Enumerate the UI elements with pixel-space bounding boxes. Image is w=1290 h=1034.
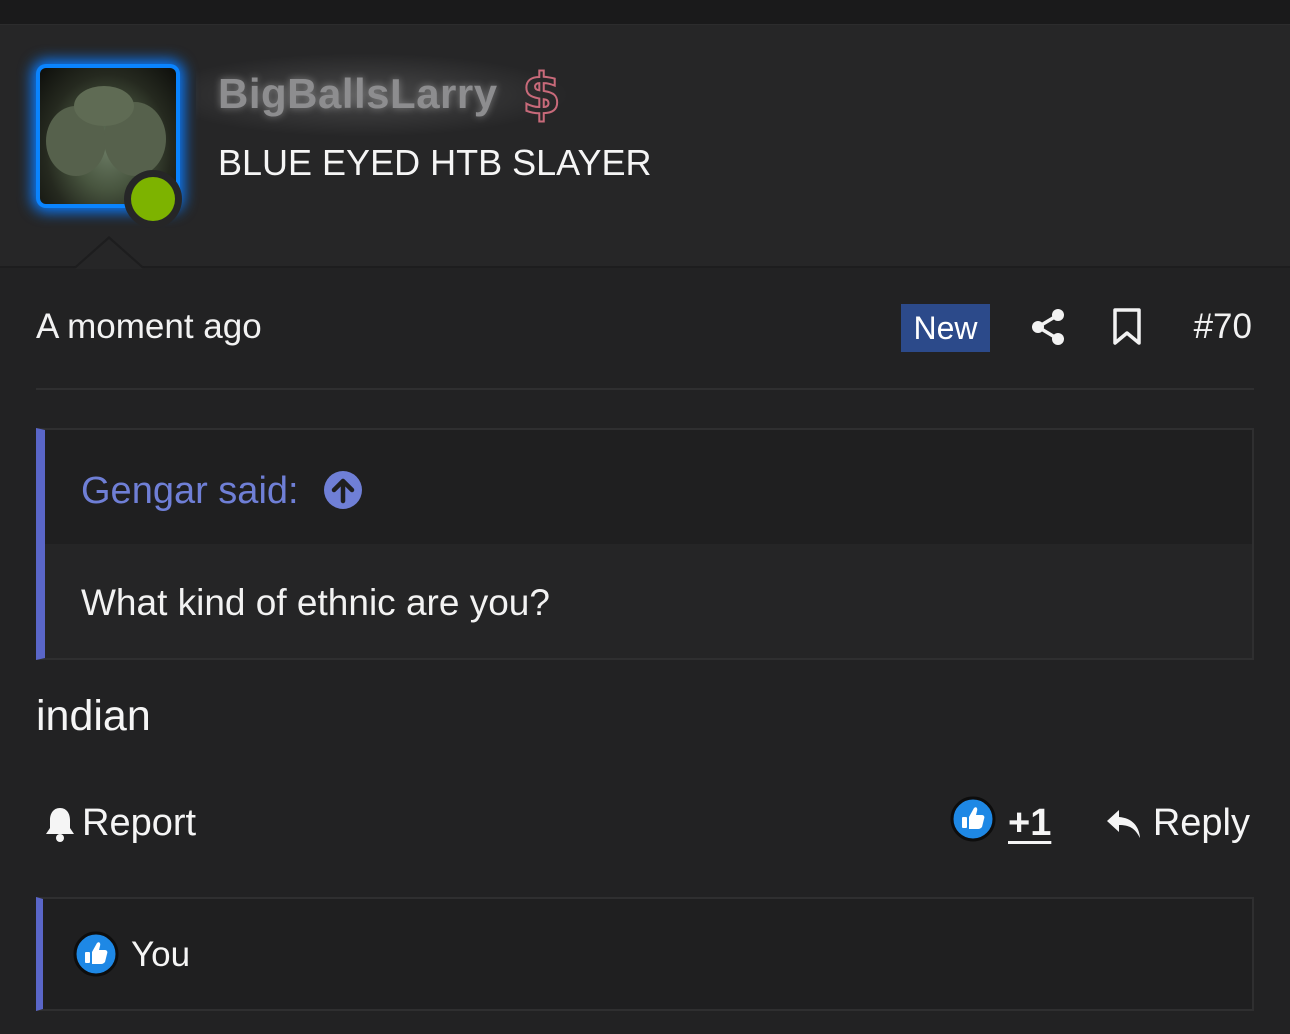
dollar-icon: $ (521, 61, 562, 128)
report-button[interactable]: Report (44, 802, 196, 845)
quote-author[interactable]: Gengar said: (81, 470, 299, 513)
username[interactable]: BigBallsLarry (218, 70, 498, 118)
bookmark-icon[interactable] (1112, 308, 1142, 346)
quote-block: Gengar said: What kind of ethnic are you… (36, 428, 1254, 660)
arrow-up-circle-icon[interactable] (323, 470, 363, 510)
quote-text: What kind of ethnic are you? (81, 582, 550, 623)
post-meta: A moment ago New #70 (36, 300, 1254, 356)
reply-arrow-icon (1106, 809, 1140, 838)
user-title: BLUE EYED HTB SLAYER (218, 142, 652, 183)
reaction-users[interactable]: You (131, 935, 190, 975)
post-body: indian (36, 692, 151, 740)
post-actions: Report +1 Reply (36, 796, 1254, 856)
report-label: Report (82, 802, 197, 844)
reactions-bar[interactable]: You (36, 897, 1254, 1011)
post-number[interactable]: #70 (1194, 307, 1252, 347)
online-status-indicator (124, 170, 182, 228)
quote-body: What kind of ethnic are you? (45, 544, 1252, 658)
like-count[interactable]: +1 (1008, 802, 1051, 845)
thumbs-up-icon[interactable] (950, 796, 996, 842)
quote-header: Gengar said: (45, 430, 1252, 544)
divider (36, 388, 1254, 390)
new-badge: New (901, 304, 990, 352)
post-timestamp[interactable]: A moment ago (36, 307, 262, 347)
reply-button[interactable]: Reply (1105, 802, 1250, 845)
top-bar (0, 0, 1290, 25)
bell-icon (46, 807, 74, 842)
share-icon[interactable] (1030, 308, 1066, 346)
thumbs-up-icon (73, 931, 119, 977)
reply-label: Reply (1152, 802, 1250, 844)
